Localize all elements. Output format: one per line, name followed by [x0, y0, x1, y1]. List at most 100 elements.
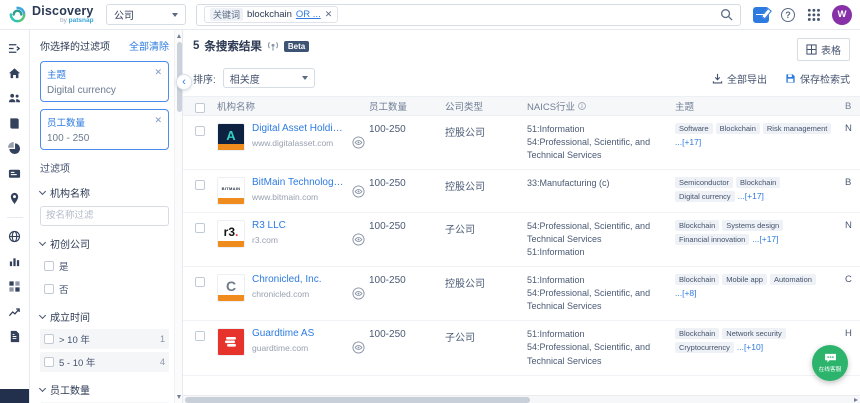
row-checkbox[interactable]: [195, 223, 205, 233]
avatar[interactable]: W: [832, 5, 852, 25]
column-header[interactable]: 公司类型: [445, 99, 527, 113]
id-card-icon[interactable]: [0, 161, 29, 186]
table-row: BITMAINBitMain Technologies Holding...ww…: [183, 170, 860, 213]
search-input[interactable]: 关键词 blockchain OR ... ✕: [196, 4, 741, 26]
checkbox[interactable]: [44, 284, 54, 294]
export-all-button[interactable]: 全部导出: [712, 71, 767, 86]
company-link[interactable]: Guardtime AS: [252, 328, 314, 339]
save-search-button[interactable]: 保存检索式: [785, 71, 850, 86]
watch-eye-icon[interactable]: [352, 136, 365, 149]
remove-filter-icon[interactable]: ✕: [154, 115, 162, 129]
row-checkbox[interactable]: [195, 180, 205, 190]
more-topics-link[interactable]: ...[+17]: [738, 191, 764, 202]
table-row: Guardtime ASguardtime.com100-250子公司51:In…: [183, 321, 860, 375]
topics-cell: BlockchainMobile appAutomation ...[+8]: [675, 274, 845, 313]
table-row: ADigital Asset Holdings LLCwww.digitalas…: [183, 116, 860, 170]
filter-group-title[interactable]: 初创公司: [40, 236, 169, 251]
scrollbar-thumb[interactable]: [185, 397, 530, 403]
scroll-up-icon[interactable]: [177, 34, 181, 38]
table-header: 机构名称员工数量公司类型NAICS行业主题B: [183, 96, 860, 116]
company-link[interactable]: Chronicled, Inc.: [252, 274, 321, 285]
trend-icon[interactable]: [0, 299, 29, 324]
blocks-icon[interactable]: [0, 274, 29, 299]
monitor-radar-icon[interactable]: [267, 40, 279, 52]
topic-tag: Blockchain: [675, 274, 719, 285]
table-body: ADigital Asset Holdings LLCwww.digitalas…: [183, 116, 860, 376]
book-icon[interactable]: [0, 111, 29, 136]
keyword-tag-more-link[interactable]: OR ...: [296, 9, 321, 20]
filter-group-title[interactable]: 机构名称: [40, 185, 169, 200]
sort-select[interactable]: 相关度: [223, 68, 315, 88]
topic-tag: Network security: [722, 328, 785, 339]
globe-icon[interactable]: [0, 224, 29, 249]
watch-eye-icon[interactable]: [352, 341, 365, 354]
remove-filter-icon[interactable]: ✕: [154, 67, 162, 81]
option-label: 5 - 10 年: [59, 355, 95, 369]
table-view-toggle[interactable]: 表格: [797, 38, 850, 61]
row-checkbox[interactable]: [195, 126, 205, 136]
pie-chart-icon[interactable]: [0, 136, 29, 161]
watch-eye-icon[interactable]: [352, 185, 365, 198]
report-icon[interactable]: [0, 324, 29, 349]
clipped-cell: N: [845, 220, 860, 259]
remove-tag-icon[interactable]: ✕: [325, 9, 333, 20]
topic-tag: Mobile app: [722, 274, 767, 285]
app-title: Discovery: [32, 5, 94, 18]
topics-cell: SoftwareBlockchainRisk management...[+17…: [675, 123, 845, 162]
checkbox[interactable]: [44, 357, 54, 367]
select-all-checkbox[interactable]: [195, 103, 205, 113]
company-link[interactable]: Digital Asset Holdings LLC: [252, 123, 345, 134]
pin-icon[interactable]: [0, 186, 29, 211]
bar-chart-icon[interactable]: [0, 249, 29, 274]
checkbox[interactable]: [44, 334, 54, 344]
feedback-icon[interactable]: [753, 7, 769, 23]
filter-group-title[interactable]: 成立时间: [40, 309, 169, 324]
search-scope-select[interactable]: 公司: [106, 4, 186, 25]
collapse-filter-panel-button[interactable]: ‹: [176, 74, 192, 90]
apps-grid-icon[interactable]: [807, 8, 820, 21]
more-topics-link[interactable]: ...[+17]: [675, 137, 701, 147]
search-keyword-tag[interactable]: 关键词 blockchain OR ... ✕: [204, 6, 338, 23]
company-logo: [217, 328, 245, 356]
checkbox[interactable]: [44, 261, 54, 271]
company-link[interactable]: R3 LLC: [252, 220, 286, 231]
collapse-sidebar-icon[interactable]: [0, 36, 29, 61]
filter-chip-value: Digital currency: [47, 85, 162, 96]
live-chat-button[interactable]: 在线客服: [812, 345, 848, 381]
option-count: 4: [160, 357, 165, 367]
row-checkbox[interactable]: [195, 277, 205, 287]
filter-search-input[interactable]: [40, 206, 169, 226]
discovery-logo-icon: [8, 5, 27, 24]
column-header[interactable]: NAICS行业: [527, 99, 675, 113]
more-topics-link[interactable]: ...[+8]: [675, 288, 697, 298]
filter-option[interactable]: 否: [40, 279, 169, 299]
info-icon[interactable]: [578, 102, 586, 110]
clear-all-filters-link[interactable]: 全部清除: [129, 38, 169, 53]
company-type-cell: 子公司: [445, 220, 527, 259]
watch-eye-icon[interactable]: [352, 233, 365, 246]
filter-group-title[interactable]: 员工数量: [40, 382, 169, 397]
home-icon[interactable]: [0, 61, 29, 86]
search-icon[interactable]: [720, 8, 733, 21]
column-header[interactable]: 主题: [675, 99, 845, 113]
more-topics-link[interactable]: ...[+10]: [737, 342, 763, 353]
row-checkbox[interactable]: [195, 331, 205, 341]
organizations-icon[interactable]: [0, 86, 29, 111]
column-header[interactable]: 员工数量: [369, 99, 445, 113]
filter-option[interactable]: 是: [40, 256, 169, 276]
company-website: r3.com: [252, 235, 286, 245]
more-topics-link[interactable]: ...[+17]: [752, 234, 778, 245]
topic-tag: Software: [675, 123, 713, 134]
column-header[interactable]: 机构名称: [217, 99, 369, 113]
horizontal-scrollbar[interactable]: [183, 395, 860, 403]
scroll-right-icon[interactable]: [854, 398, 858, 402]
topic-tag: Automation: [770, 274, 816, 285]
scroll-down-icon[interactable]: [177, 395, 181, 399]
watch-eye-icon[interactable]: [352, 287, 365, 300]
filter-option[interactable]: > 10 年1: [40, 329, 169, 349]
filter-option[interactable]: 5 - 10 年 4: [40, 352, 169, 372]
help-icon[interactable]: ?: [781, 8, 795, 22]
company-website: guardtime.com: [252, 343, 314, 353]
naics-cell: 51:Information54:Professional, Scientifi…: [527, 274, 675, 313]
company-link[interactable]: BitMain Technologies Holding...: [252, 177, 345, 188]
